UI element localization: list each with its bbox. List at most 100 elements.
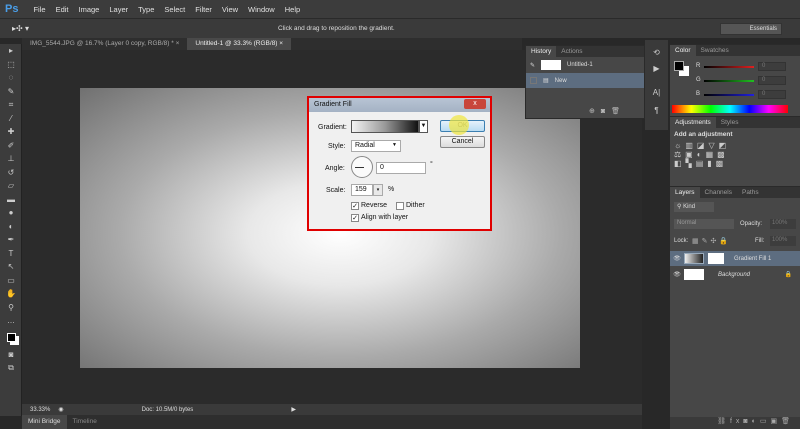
- paragraph-dock-icon[interactable]: ¶: [645, 102, 668, 118]
- tab-actions[interactable]: Actions: [556, 46, 587, 57]
- menu-help[interactable]: Help: [280, 5, 305, 14]
- adjustment-icons-row-3[interactable]: ◧▚▤▮▩: [670, 159, 800, 168]
- tab-swatches[interactable]: Swatches: [696, 45, 734, 56]
- pen-tool-icon[interactable]: ✒: [0, 233, 22, 247]
- tab-adjustments[interactable]: Adjustments: [670, 117, 716, 128]
- background-thumbnail: [684, 269, 704, 280]
- eraser-tool-icon[interactable]: ▱: [0, 179, 22, 193]
- brush-tool-icon[interactable]: ✐: [0, 139, 22, 153]
- character-dock-icon[interactable]: A|: [645, 82, 668, 102]
- fill-input[interactable]: 100%: [770, 236, 796, 246]
- menu-select[interactable]: Select: [159, 5, 190, 14]
- hand-tool-icon[interactable]: ✋: [0, 287, 22, 301]
- adjustment-icons-row-2[interactable]: ⚖▣◐▦▩: [670, 150, 800, 159]
- zoom-level[interactable]: 33.33%: [30, 407, 50, 413]
- tab-label: Untitled-1 @ 33.3% (RGB/8): [195, 40, 278, 47]
- shape-tool-icon[interactable]: ▭: [0, 274, 22, 288]
- tab-untitled-1[interactable]: Untitled-1 @ 33.3% (RGB/8) ×: [187, 38, 292, 50]
- tab-layers[interactable]: Layers: [670, 187, 700, 198]
- color-spectrum[interactable]: [672, 105, 788, 113]
- g-input[interactable]: 0: [758, 76, 786, 85]
- close-button[interactable]: x: [464, 99, 486, 109]
- gradient-picker[interactable]: [351, 120, 419, 133]
- layer-filter-kind[interactable]: ⚲ Kind: [674, 202, 714, 212]
- history-actions[interactable]: ⊕◙🗑: [589, 107, 626, 115]
- stamp-tool-icon[interactable]: ⊥: [0, 152, 22, 166]
- crop-tool-icon[interactable]: ⌗: [0, 98, 22, 112]
- quick-select-tool-icon[interactable]: ✎: [0, 85, 22, 99]
- layers-footer-buttons[interactable]: ⛓fx◙◐▭▣🗑: [670, 417, 800, 429]
- adjustment-icons-row-1[interactable]: ☼▥◪▽◩: [670, 141, 800, 150]
- type-tool-icon[interactable]: T: [0, 247, 22, 261]
- reverse-checkbox[interactable]: ✓: [351, 202, 359, 210]
- tab-channels[interactable]: Channels: [700, 187, 737, 198]
- adjustments-heading: Add an adjustment: [674, 131, 733, 138]
- menu-view[interactable]: View: [217, 5, 243, 14]
- cancel-button[interactable]: Cancel: [440, 136, 485, 148]
- document-icon: ▤: [543, 78, 549, 84]
- tab-timeline[interactable]: Timeline: [67, 415, 103, 429]
- menu-window[interactable]: Window: [243, 5, 280, 14]
- healing-tool-icon[interactable]: ✚: [0, 125, 22, 139]
- lasso-tool-icon[interactable]: ◌: [0, 71, 22, 85]
- b-input[interactable]: 0: [758, 90, 786, 99]
- tab-paths[interactable]: Paths: [737, 187, 764, 198]
- tab-color[interactable]: Color: [670, 45, 696, 56]
- gradient-dropdown-arrow[interactable]: ▼: [419, 120, 428, 133]
- screen-mode-icon[interactable]: ⧉: [0, 361, 22, 375]
- quick-mask-icon[interactable]: ◙: [0, 348, 22, 362]
- more-tools-icon[interactable]: …: [0, 314, 22, 328]
- dodge-tool-icon[interactable]: ◐: [0, 220, 22, 234]
- zoom-tool-icon[interactable]: ⚲: [0, 301, 22, 315]
- gradient-tool-icon[interactable]: ▬: [0, 193, 22, 207]
- menu-file[interactable]: File: [28, 5, 50, 14]
- eyedropper-tool-icon[interactable]: ⁄: [0, 112, 22, 126]
- history-dock-icon[interactable]: ⟲: [645, 44, 668, 60]
- lock-icons[interactable]: ▦✎✣🔒: [692, 237, 731, 245]
- menu-bar: Ps File Edit Image Layer Type Select Fil…: [0, 0, 800, 18]
- menu-image[interactable]: Image: [74, 5, 105, 14]
- tab-history[interactable]: History: [526, 46, 557, 57]
- move-tool-icon[interactable]: ▸: [0, 44, 22, 58]
- actions-dock-icon[interactable]: ▶: [645, 60, 668, 76]
- state-checkbox: [530, 77, 537, 84]
- angle-input[interactable]: 0: [376, 162, 426, 174]
- history-state-new[interactable]: ▤ New: [526, 73, 644, 88]
- style-select[interactable]: Radial ▼: [351, 140, 401, 152]
- layer-gradient-fill-1[interactable]: 👁 Gradient Fill 1: [670, 251, 800, 266]
- b-slider[interactable]: [704, 94, 754, 96]
- history-brush-icon[interactable]: ↺: [0, 166, 22, 180]
- r-input[interactable]: 0: [758, 62, 786, 71]
- photoshop-logo: Ps: [5, 3, 19, 15]
- path-select-tool-icon[interactable]: ↖: [0, 260, 22, 274]
- g-slider[interactable]: [704, 80, 754, 82]
- blend-mode-select[interactable]: Normal: [674, 219, 734, 229]
- visibility-eye-icon[interactable]: 👁: [670, 255, 684, 262]
- visibility-eye-icon[interactable]: 👁: [670, 271, 684, 278]
- menu-edit[interactable]: Edit: [51, 5, 74, 14]
- scale-input[interactable]: 159: [351, 184, 373, 196]
- tab-mini-bridge[interactable]: Mini Bridge: [22, 415, 67, 429]
- fg-bg-swatch[interactable]: [674, 61, 684, 71]
- menu-filter[interactable]: Filter: [190, 5, 217, 14]
- angle-dial[interactable]: [351, 156, 373, 178]
- foreground-background-colors[interactable]: [0, 328, 22, 348]
- history-snapshot[interactable]: ✎ Untitled-1: [526, 57, 644, 73]
- layer-background[interactable]: 👁 Background 🔒: [670, 267, 800, 282]
- dither-checkbox[interactable]: [396, 202, 404, 210]
- scale-slider-button[interactable]: ▾: [373, 184, 383, 196]
- close-icon[interactable]: ×: [176, 40, 180, 47]
- close-icon[interactable]: ×: [279, 40, 283, 47]
- workspace-select[interactable]: Essentials: [720, 23, 782, 35]
- tab-img5544[interactable]: IMG_5544.JPG @ 16.7% (Layer 0 copy, RGB/…: [22, 38, 187, 50]
- move-tool-preset-icon[interactable]: ▸✣ ▾: [0, 24, 29, 33]
- status-menu-arrow[interactable]: ▶: [291, 406, 296, 413]
- align-with-layer-checkbox[interactable]: ✓: [351, 214, 359, 222]
- marquee-tool-icon[interactable]: ⬚: [0, 58, 22, 72]
- r-slider[interactable]: [704, 66, 754, 68]
- menu-layer[interactable]: Layer: [104, 5, 133, 14]
- menu-type[interactable]: Type: [133, 5, 159, 14]
- tab-styles[interactable]: Styles: [716, 117, 744, 128]
- blur-tool-icon[interactable]: ●: [0, 206, 22, 220]
- opacity-input[interactable]: 100%: [770, 219, 796, 229]
